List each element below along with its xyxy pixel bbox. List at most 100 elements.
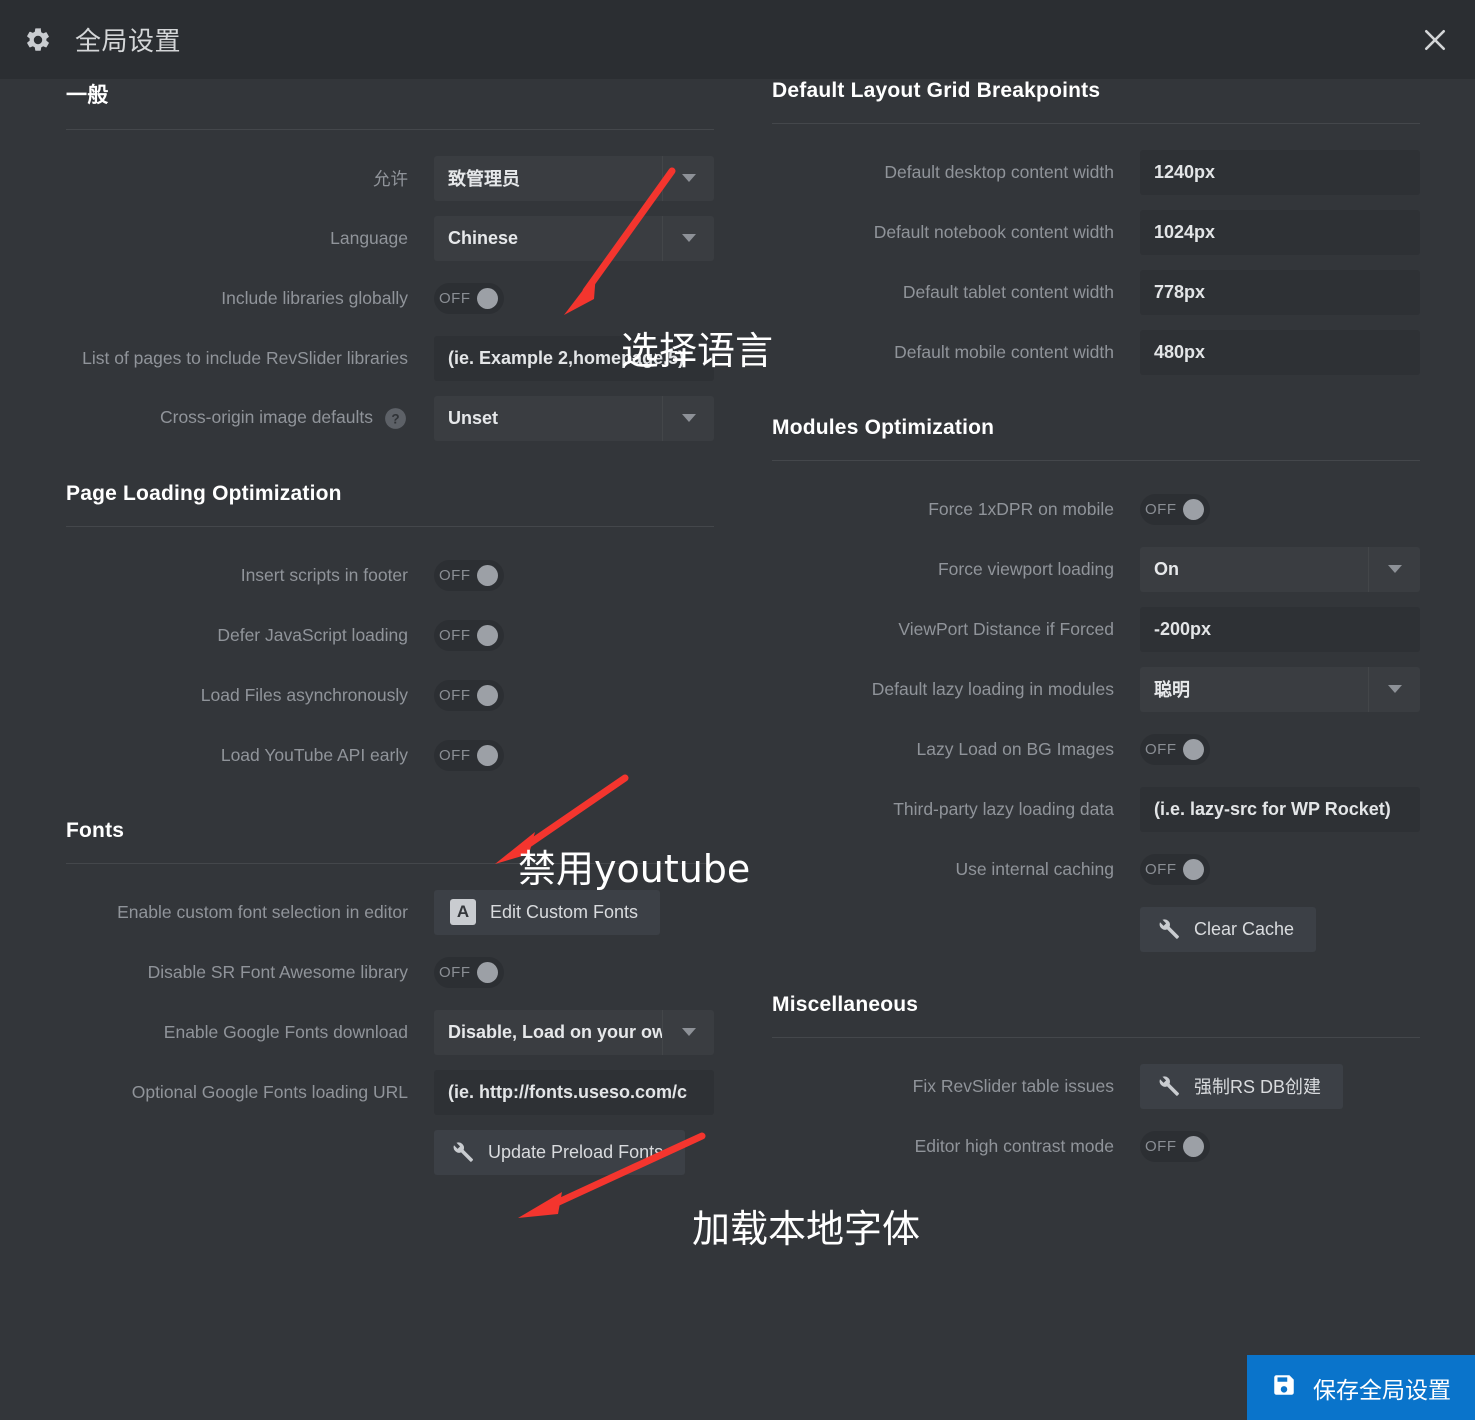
toggle-state-label: OFF: [439, 686, 471, 704]
toggle-knob[interactable]: [1182, 858, 1204, 880]
select-Force viewport loading[interactable]: On: [1140, 546, 1420, 592]
chevron-down-icon[interactable]: [1368, 546, 1420, 592]
button-label: Clear Cache: [1194, 918, 1295, 939]
chevron-down-icon[interactable]: [1368, 666, 1420, 712]
section-title: Modules Optimization: [772, 416, 995, 439]
toggle-Disable SR Font Awesome library[interactable]: OFF: [434, 956, 504, 988]
save-global-settings-button[interactable]: 保存全局设置: [1247, 1355, 1475, 1420]
section-title: Miscellaneous: [772, 993, 919, 1016]
toggle-Editor high contrast mode[interactable]: OFF: [1140, 1130, 1210, 1162]
settings-row: Default tablet content width 778px: [772, 262, 1420, 322]
toggle-knob[interactable]: [476, 624, 498, 646]
settings-row-control: 778px: [1140, 269, 1420, 315]
toggle-Include libraries globally[interactable]: OFF: [434, 282, 504, 314]
chevron-down-icon[interactable]: [662, 1009, 714, 1055]
toggle-knob[interactable]: [1182, 1135, 1204, 1157]
section-body: Force 1xDPR on mobile OFF Force viewport l…: [772, 461, 1420, 993]
settings-row-label: Third-party lazy loading data: [893, 798, 1114, 819]
toggle-knob[interactable]: [476, 287, 498, 309]
chevron-down-icon[interactable]: [662, 215, 714, 261]
settings-row-control: OFF: [434, 282, 714, 314]
input-Default tablet content width[interactable]: 778px: [1140, 269, 1420, 315]
settings-row: Fix RevSlider table issues 强制RS DB创建: [772, 1056, 1420, 1116]
button-label: Edit Custom Fonts: [490, 901, 639, 922]
settings-row: Cross-origin image defaults? Unset: [66, 388, 714, 448]
button-Clear Cache[interactable]: Clear Cache: [1140, 906, 1317, 952]
input-Third-party lazy loading data[interactable]: (i.e. lazy-src for WP Rocket): [1140, 786, 1420, 832]
settings-row-control: OFF: [1140, 733, 1420, 765]
close-icon[interactable]: [1418, 23, 1452, 57]
section-title: 一般: [66, 84, 109, 107]
help-icon[interactable]: ?: [383, 406, 408, 431]
input-Default desktop content width[interactable]: 1240px: [1140, 149, 1420, 195]
settings-row: Disable SR Font Awesome library OFF: [66, 942, 714, 1002]
toggle-knob[interactable]: [476, 684, 498, 706]
settings-row-control: A Edit Custom Fonts: [434, 889, 714, 935]
toggle-Lazy Load on BG Images[interactable]: OFF: [1140, 733, 1210, 765]
settings-row: Include libraries globally OFF: [66, 268, 714, 328]
toggle-state-label: OFF: [439, 626, 471, 644]
settings-row-label: Force viewport loading: [937, 558, 1114, 579]
section-header: Default Layout Grid Breakpoints: [772, 79, 1420, 124]
select-value: Unset: [448, 407, 499, 428]
select-value: Chinese: [448, 227, 519, 248]
settings-row: Default notebook content width 1024px: [772, 202, 1420, 262]
toggle-Use internal caching[interactable]: OFF: [1140, 853, 1210, 885]
settings-row-label: Default tablet content width: [902, 281, 1114, 302]
settings-row-control: 480px: [1140, 329, 1420, 375]
settings-row: Enable custom font selection in editor A E…: [66, 882, 714, 942]
settings-row-label: Load YouTube API early: [220, 744, 408, 765]
button-label: Update Preload Fonts: [488, 1141, 664, 1162]
settings-row: Editor high contrast mode OFF: [772, 1116, 1420, 1176]
chevron-down-icon[interactable]: [662, 155, 714, 201]
chevron-down-icon[interactable]: [662, 395, 714, 441]
toggle-Force 1xDPR on mobile[interactable]: OFF: [1140, 493, 1210, 525]
toggle-Insert scripts in footer[interactable]: OFF: [434, 559, 504, 591]
input-Optional Google Fonts loading URL[interactable]: (ie. http://fonts.useso.com/c: [434, 1069, 714, 1115]
toggle-state-label: OFF: [439, 746, 471, 764]
toggle-Load Files asynchronously[interactable]: OFF: [434, 679, 504, 711]
input-List of pages to include RevSlider libraries[interactable]: (ie. Example 2,homepage,5): [434, 335, 714, 381]
settings-row-label: Editor high contrast mode: [914, 1135, 1114, 1156]
input-ViewPort Distance if Forced[interactable]: -200px: [1140, 606, 1420, 652]
settings-row-control: (ie. http://fonts.useso.com/c: [434, 1069, 714, 1115]
select-允许[interactable]: 致管理员: [434, 155, 714, 201]
settings-row-control: -200px: [1140, 606, 1420, 652]
settings-row-label: Default desktop content width: [884, 161, 1114, 182]
select-Default lazy loading in modules[interactable]: 聪明: [1140, 666, 1420, 712]
settings-row-label: Optional Google Fonts loading URL: [131, 1081, 408, 1102]
settings-row-label: Defer JavaScript loading: [217, 624, 408, 645]
section-header: 一般: [66, 79, 714, 130]
button-Edit Custom Fonts[interactable]: A Edit Custom Fonts: [434, 889, 661, 935]
svg-text:?: ?: [391, 411, 399, 426]
select-Language[interactable]: Chinese: [434, 215, 714, 261]
toggle-Load YouTube API early[interactable]: OFF: [434, 739, 504, 771]
button-Update Preload Fonts[interactable]: Update Preload Fonts: [434, 1129, 686, 1175]
settings-row-control: Chinese: [434, 215, 714, 261]
toggle-knob[interactable]: [476, 744, 498, 766]
toggle-Defer JavaScript loading[interactable]: OFF: [434, 619, 504, 651]
toggle-knob[interactable]: [1182, 498, 1204, 520]
toggle-knob[interactable]: [1182, 738, 1204, 760]
settings-row: Force viewport loading On: [772, 539, 1420, 599]
button-强制RS DB创建[interactable]: 强制RS DB创建: [1140, 1063, 1344, 1109]
input-Default mobile content width[interactable]: 480px: [1140, 329, 1420, 375]
section-header: Modules Optimization: [772, 416, 1420, 461]
settings-row: Enable Google Fonts download Disable, Loa…: [66, 1002, 714, 1062]
settings-row-label: Cross-origin image defaults?: [66, 406, 434, 431]
section-title: Page Loading Optimization: [66, 482, 342, 505]
settings-row: Update Preload Fonts: [66, 1122, 714, 1182]
select-Enable Google Fonts download[interactable]: Disable, Load on your ow: [434, 1009, 714, 1055]
toggle-knob[interactable]: [476, 961, 498, 983]
select-Cross-origin image defaults[interactable]: Unset: [434, 395, 714, 441]
settings-row-control: OFF: [1140, 1130, 1420, 1162]
toggle-knob[interactable]: [476, 564, 498, 586]
input-Default notebook content width[interactable]: 1024px: [1140, 209, 1420, 255]
settings-row-control: 1024px: [1140, 209, 1420, 255]
settings-row: Default lazy loading in modules 聪明: [772, 659, 1420, 719]
section-header: Page Loading Optimization: [66, 482, 714, 527]
settings-row-label: Load Files asynchronously: [200, 684, 408, 705]
toggle-state-label: OFF: [439, 566, 471, 584]
toggle-state-label: OFF: [1145, 500, 1177, 518]
wrench-icon: [450, 1140, 474, 1164]
